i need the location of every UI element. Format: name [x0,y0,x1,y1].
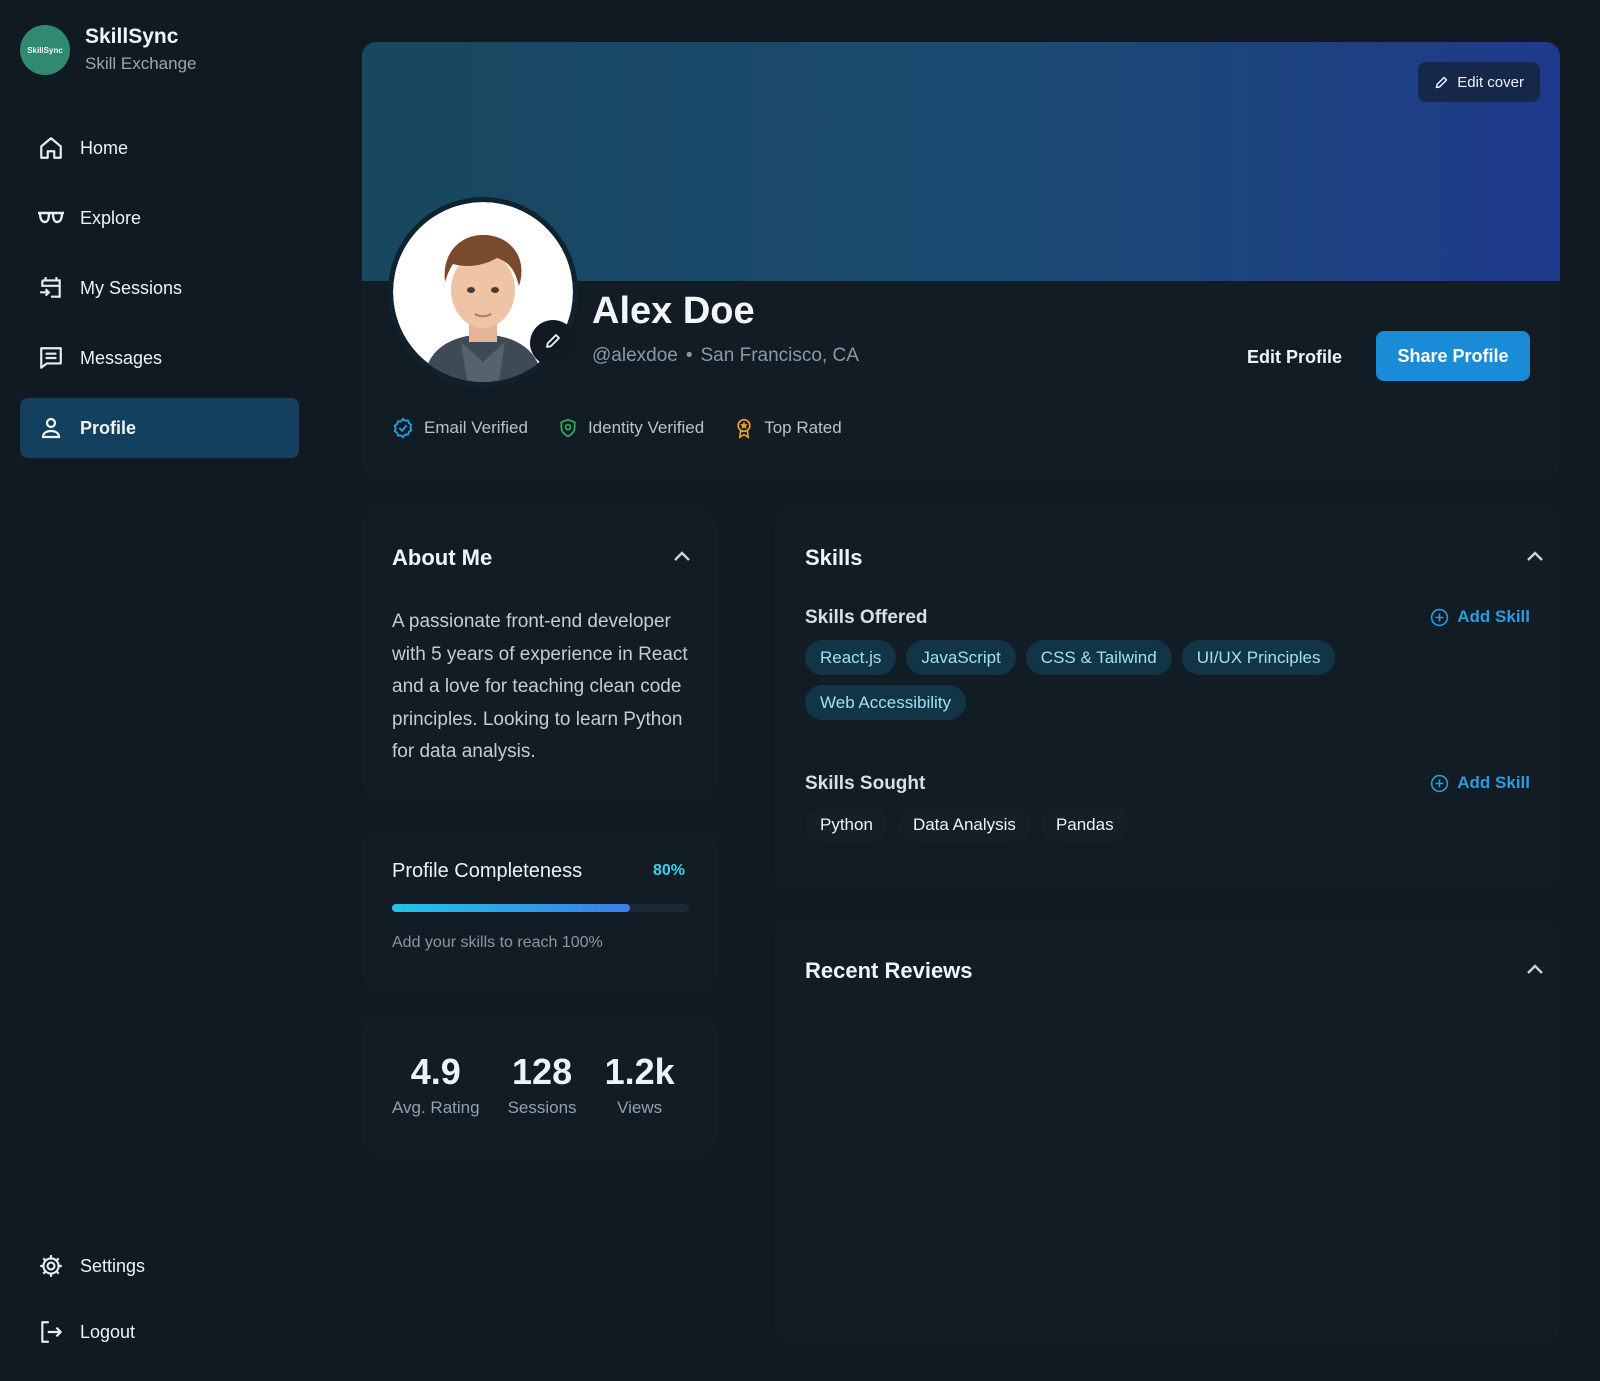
stat-label: Views [617,1098,663,1117]
skills-offered-title: Skills Offered [805,607,928,628]
completeness-progress-bar [392,904,689,912]
plus-circle-icon [1430,608,1449,627]
reviews-title: Recent Reviews [805,958,973,983]
completeness-progress-fill [392,904,630,912]
skills-card: Skills Skills Offered Add Skill React.js… [775,510,1560,888]
add-skill-label: Add Skill [1457,607,1530,626]
shield-check-icon [558,417,578,439]
badge-email-verified: Email Verified [392,417,528,439]
verification-badges: Email Verified Identity Verified Top Rat… [392,416,872,440]
profile-meta: @alexdoe • San Francisco, CA [592,345,859,367]
skills-title: Skills [805,545,863,570]
profile-handle: @alexdoe [592,345,678,366]
nav-label-home: Home [80,137,129,158]
skill-chip[interactable]: Python [805,807,888,842]
chevron-up-icon[interactable] [1523,957,1547,981]
calendar-swap-icon [36,273,66,303]
completeness-title: Profile Completeness [392,860,583,882]
plus-circle-icon [1430,774,1449,793]
add-sought-skill-button[interactable]: Add Skill [1430,773,1530,793]
avatar-edit-button[interactable] [530,320,576,366]
stat-value: 128 [512,1051,573,1092]
bottom-nav: Settings Logout [20,1238,299,1370]
brand-logo: SkillSync [20,25,70,75]
nav-item-settings[interactable]: Settings [20,1238,299,1294]
skill-chip[interactable]: Pandas [1040,807,1129,842]
main-nav: Home Explore My Sessions Messages Profil… [20,118,299,468]
add-offered-skill-button[interactable]: Add Skill [1430,607,1530,627]
nav-item-explore[interactable]: Explore [20,188,299,248]
nav-label-messages: Messages [80,347,163,368]
skill-chip[interactable]: JavaScript [906,640,1016,675]
gear-icon [36,1251,66,1281]
brand-subtitle: Skill Exchange [85,54,197,73]
stat-label: Avg. Rating [392,1098,480,1117]
profile-location: San Francisco, CA [700,345,859,366]
user-icon [36,413,66,443]
share-profile-button[interactable]: Share Profile [1376,331,1530,381]
stats-card: 4.9 Avg. Rating 128 Sessions 1.2k Views [362,1018,717,1153]
sidebar: SkillSync SkillSync Skill Exchange Home … [0,0,320,1381]
main-content: Edit cover Alex Doe @alexdoe • San Franc… [320,0,1600,1381]
profile-completeness-card: Profile Completeness 80% Add your skills… [362,832,717,987]
badge-label: Email Verified [424,418,528,437]
stat-value: 1.2k [604,1051,675,1092]
skill-chip[interactable]: CSS & Tailwind [1025,640,1172,675]
nav-item-logout[interactable]: Logout [20,1304,299,1360]
edit-cover-label: Edit cover [1457,73,1524,91]
nav-item-my-sessions[interactable]: My Sessions [20,258,299,318]
badge-label: Top Rated [764,418,842,437]
profile-name: Alex Doe [592,290,755,332]
edit-cover-button[interactable]: Edit cover [1418,62,1540,102]
chevron-up-icon[interactable] [1523,544,1547,568]
brand-name: SkillSync [85,25,179,48]
completeness-percent: 80% [652,862,685,879]
profile-header-card: Edit cover Alex Doe @alexdoe • San Franc… [362,42,1560,477]
skill-chip[interactable]: React.js [805,640,897,675]
badge-top-rated: Top Rated [734,416,842,440]
stat-avg-rating: 4.9 Avg. Rating [392,1052,480,1153]
meta-separator: • [685,345,693,366]
home-icon [36,133,66,163]
skill-chip[interactable]: UI/UX Principles [1181,640,1336,675]
skills-offered-list: React.js JavaScript CSS & Tailwind UI/UX… [805,640,1505,720]
about-text: A passionate front-end developer with 5 … [392,611,688,762]
award-icon [734,416,754,440]
stat-label: Sessions [507,1098,577,1117]
nav-label-explore: Explore [80,207,142,228]
nav-label-settings: Settings [80,1255,146,1276]
nav-label-my-sessions: My Sessions [80,277,183,298]
skills-sought-list: Python Data Analysis Pandas [805,807,1505,842]
glasses-icon [36,203,66,233]
message-icon [36,343,66,373]
stat-value: 4.9 [410,1051,461,1092]
skills-sought-title: Skills Sought [805,773,926,794]
verified-badge-icon [392,417,414,439]
pencil-icon [1434,75,1449,90]
nav-item-home[interactable]: Home [20,118,299,178]
badge-identity-verified: Identity Verified [558,417,704,439]
completeness-hint: Add your skills to reach 100% [392,934,603,951]
chevron-up-icon[interactable] [670,544,694,568]
brand[interactable]: SkillSync SkillSync Skill Exchange [20,24,197,76]
about-card: About Me A passionate front-end develope… [362,510,717,795]
recent-reviews-card: Recent Reviews [775,920,1560,1342]
badge-label: Identity Verified [587,418,705,437]
stat-sessions: 128 Sessions [508,1052,577,1153]
skill-chip[interactable]: Data Analysis [897,807,1031,842]
nav-label-profile: Profile [80,417,137,438]
nav-item-messages[interactable]: Messages [20,328,299,388]
about-title: About Me [392,545,493,570]
nav-item-profile[interactable]: Profile [20,398,299,458]
stat-views: 1.2k Views [605,1052,675,1153]
nav-label-logout: Logout [80,1321,136,1342]
edit-profile-button[interactable]: Edit Profile [1227,332,1362,382]
logout-icon [36,1317,66,1347]
pencil-icon [544,332,562,355]
skill-chip[interactable]: Web Accessibility [805,685,967,720]
add-skill-label: Add Skill [1457,773,1530,792]
